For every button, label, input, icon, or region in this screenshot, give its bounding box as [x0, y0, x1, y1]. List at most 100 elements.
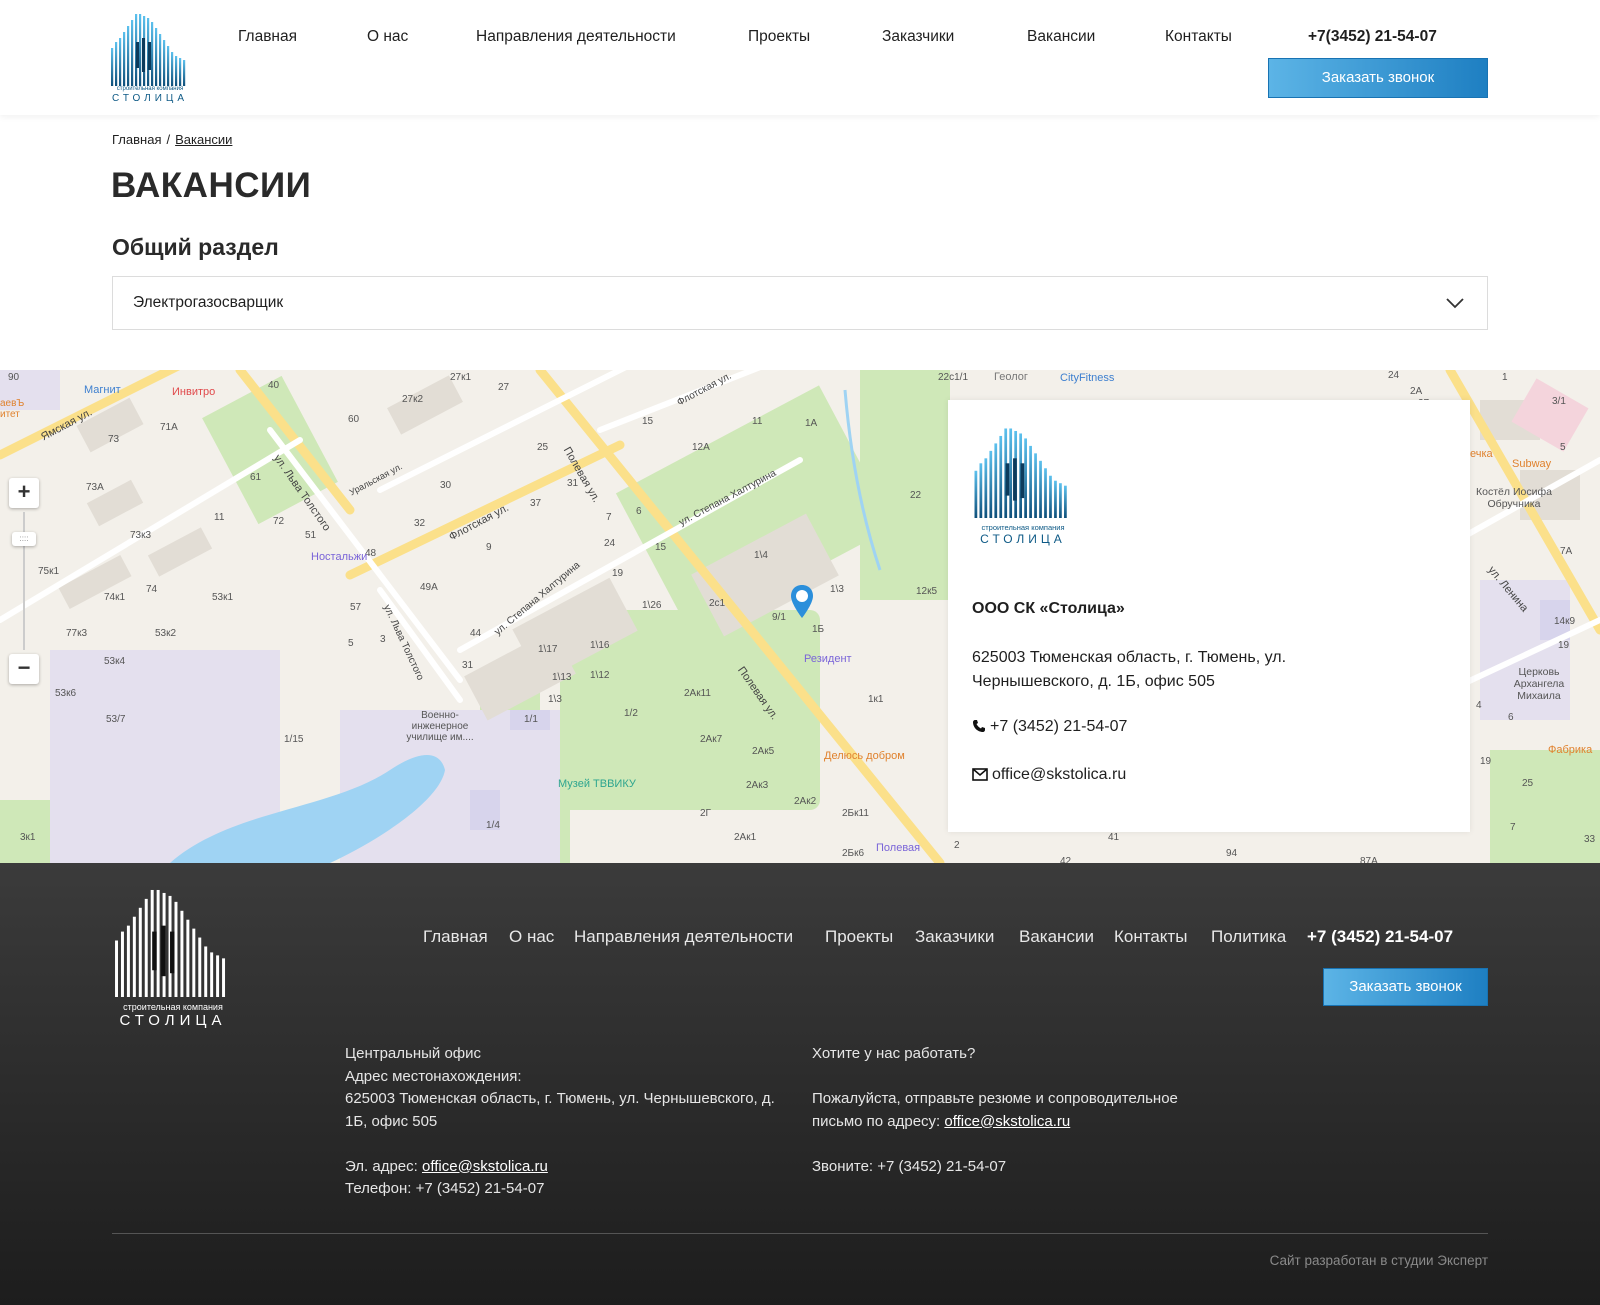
nav-about[interactable]: О нас — [367, 28, 408, 46]
nav-home[interactable]: Главная — [238, 28, 297, 46]
footer-nav-home[interactable]: Главная — [423, 927, 488, 947]
map-house-number: 24 — [604, 538, 616, 549]
zoom-in-button[interactable]: + — [9, 478, 39, 508]
map-poi[interactable]: Ностальжи — [311, 551, 367, 563]
map-house-number: 61 — [250, 472, 262, 483]
map-house-number: 19 — [1558, 640, 1570, 651]
map-house-number: 27к1 — [450, 372, 472, 383]
zoom-slider-handle[interactable]: :::: — [12, 532, 36, 546]
map-poi[interactable]: Фабрика — [1548, 744, 1592, 756]
map-house-number: 2 — [954, 840, 960, 851]
map-poi[interactable]: ечка — [1470, 448, 1493, 460]
map-house-number: 3/1 — [1552, 396, 1566, 407]
map-house-number: 9 — [486, 542, 492, 553]
map-house-number: 51 — [305, 530, 317, 541]
vacancy-accordion-item[interactable]: Электрогазосварщик — [112, 276, 1488, 330]
map-house-number: 41 — [1108, 832, 1120, 843]
card-email[interactable]: office@skstolica.ru — [972, 766, 1126, 784]
map-house-number: 1\3 — [830, 584, 844, 595]
nav-clients[interactable]: Заказчики — [882, 28, 954, 46]
map-house-number: 1\16 — [590, 640, 610, 651]
map-poi[interactable]: Военно-инженерное училище им.... — [400, 710, 480, 743]
card-phone[interactable]: +7 (3452) 21-54-07 — [972, 718, 1127, 736]
map-house-number: 2Ак1 — [734, 832, 757, 843]
company-logo[interactable]: строительная компания СТОЛИЦА — [110, 12, 190, 104]
nav-services[interactable]: Направления деятельности — [476, 28, 676, 46]
map-house-number: 2А — [1410, 386, 1423, 397]
office-address: 625003 Тюменская область, г. Тюмень, ул.… — [345, 1090, 775, 1130]
map-poi[interactable]: Музей ТВВИКУ — [558, 778, 636, 790]
footer-nav-about[interactable]: О нас — [509, 927, 554, 947]
map-house-number: 11 — [214, 512, 225, 523]
footer-nav-vacancies[interactable]: Вакансии — [1019, 927, 1094, 947]
map-poi[interactable]: Subway — [1512, 458, 1551, 470]
map-poi[interactable]: Инвитро — [172, 386, 215, 398]
careers-call-phone[interactable]: +7 (3452) 21-54-07 — [877, 1158, 1006, 1175]
breadcrumb-separator: / — [166, 132, 171, 147]
mail-icon — [972, 768, 988, 781]
logo-buildings-icon — [115, 889, 226, 997]
site-footer: строительная компания СТОЛИЦА Главная О … — [0, 863, 1600, 1305]
zoom-out-button[interactable]: − — [9, 654, 39, 684]
footer-logo[interactable]: строительная компания СТОЛИЦА — [112, 887, 234, 1029]
map-house-number: 53к4 — [104, 656, 126, 667]
location-pin-icon[interactable] — [790, 584, 814, 620]
location-map[interactable]: Ямская ул. ул. Льва Толстого Уральская у… — [0, 370, 1600, 863]
footer-careers-info: Хотите у нас работать? Пожалуйста, отпра… — [812, 1043, 1222, 1178]
nav-contacts[interactable]: Контакты — [1165, 28, 1232, 46]
map-house-number: 57 — [350, 602, 362, 613]
breadcrumb-home[interactable]: Главная — [112, 132, 161, 147]
map-house-number: 1\26 — [642, 600, 662, 611]
map-house-number: 9/1 — [772, 612, 786, 623]
nav-projects[interactable]: Проекты — [748, 28, 810, 46]
map-poi[interactable]: CityFitness — [1060, 372, 1114, 384]
map-house-number: 15 — [655, 542, 667, 553]
footer-nav-contacts[interactable]: Контакты — [1114, 927, 1187, 947]
map-house-number: 60 — [348, 414, 360, 425]
site-header: строительная компания СТОЛИЦА Главная О … — [0, 0, 1600, 115]
map-house-number: 73 — [108, 434, 120, 445]
map-house-number: 75к1 — [38, 566, 60, 577]
footer-phone[interactable]: +7 (3452) 21-54-07 — [1307, 927, 1453, 947]
header-phone[interactable]: +7(3452) 21-54-07 — [1308, 28, 1437, 46]
map-house-number: 2Ак5 — [752, 746, 775, 757]
map-poi[interactable]: Костёл Иосифа Обручника — [1472, 486, 1556, 510]
map-house-number: 22 — [910, 490, 922, 501]
map-house-number: 77к3 — [66, 628, 88, 639]
phone-icon — [973, 720, 985, 732]
map-poi[interactable]: Геолог — [994, 371, 1028, 383]
footer-nav-projects[interactable]: Проекты — [825, 927, 893, 947]
nav-vacancies[interactable]: Вакансии — [1027, 28, 1095, 46]
office-email-label: Эл. адрес: — [345, 1157, 418, 1175]
studio-credits[interactable]: Сайт разработан в студии Эксперт — [1270, 1253, 1488, 1268]
office-address-label: Адрес местонахождения: — [345, 1067, 522, 1085]
map-poi[interactable]: аевЪ итет — [0, 398, 30, 420]
footer-request-call-button[interactable]: Заказать звонок — [1323, 968, 1488, 1006]
map-house-number: 6 — [636, 506, 642, 517]
map-house-number: 14к9 — [1554, 616, 1576, 627]
map-poi[interactable]: Полевая — [876, 842, 920, 854]
map-house-number: 25 — [537, 442, 549, 453]
map-house-number: 25 — [1522, 778, 1534, 789]
footer-divider — [112, 1233, 1488, 1234]
card-email-text: office@skstolica.ru — [992, 766, 1127, 783]
map-house-number: 1\12 — [590, 670, 610, 681]
request-call-button[interactable]: Заказать звонок — [1268, 58, 1488, 98]
logo-title: СТОЛИЦА — [111, 93, 189, 104]
footer-nav-services[interactable]: Направления деятельности — [574, 927, 793, 947]
office-phone[interactable]: +7 (3452) 21-54-07 — [416, 1180, 545, 1197]
footer-nav-clients[interactable]: Заказчики — [915, 927, 994, 947]
map-house-number: 24 — [1388, 370, 1400, 381]
breadcrumb-current[interactable]: Вакансии — [175, 132, 232, 147]
footer-nav-policy[interactable]: Политика — [1211, 927, 1286, 947]
card-logo-title: СТОЛИЦА — [980, 532, 1066, 546]
map-house-number: 19 — [1480, 756, 1492, 767]
map-house-number: 74к1 — [104, 592, 126, 603]
careers-email-link[interactable]: office@skstolica.ru — [944, 1113, 1070, 1130]
map-poi[interactable]: Церковь Архангела Михаила — [1504, 666, 1574, 702]
map-poi[interactable]: Делюсь добром — [824, 750, 905, 762]
map-poi[interactable]: Магнит — [84, 384, 121, 396]
map-poi[interactable]: Резидент — [804, 653, 852, 665]
office-email-link[interactable]: office@skstolica.ru — [422, 1158, 548, 1175]
map-house-number: 1Б — [812, 624, 825, 635]
